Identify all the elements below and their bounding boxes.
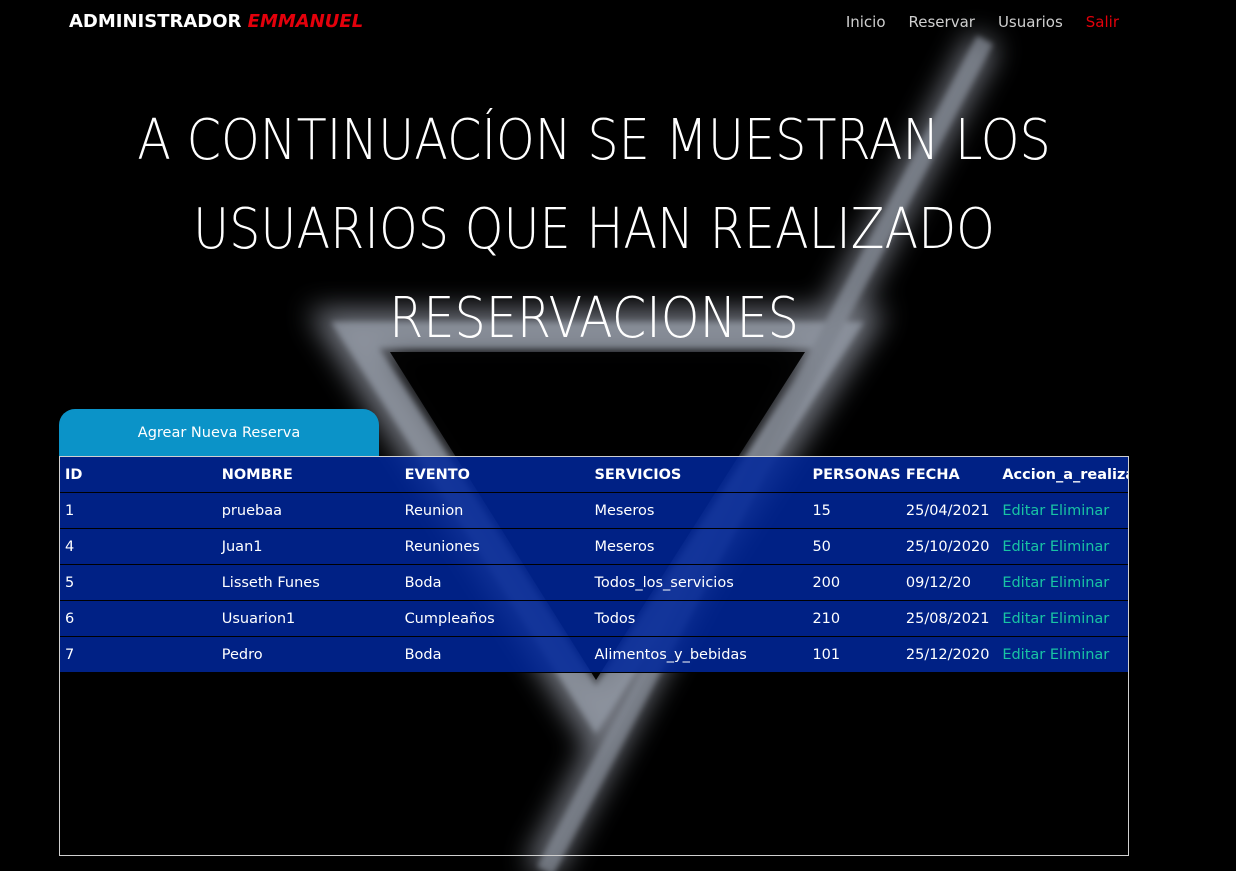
top-navbar: ADMINISTRADOR EMMANUEL Inicio Reservar U… [0, 0, 1236, 44]
cell-personas: 50 [807, 528, 901, 565]
cell-fecha: 25/04/2021 [900, 492, 998, 529]
cell-nombre: Lisseth Funes [216, 564, 400, 601]
nav-link-usuarios[interactable]: Usuarios [998, 13, 1063, 31]
table-row: 5 Lisseth Funes Boda Todos_los_servicios… [60, 564, 1128, 601]
cell-fecha: 25/08/2021 [900, 600, 998, 637]
cell-accion: Editar Eliminar [997, 600, 1128, 637]
cell-fecha: 09/12/20 [900, 564, 998, 601]
cell-nombre: Usuarion1 [216, 600, 400, 637]
cell-servicios: Todos [589, 600, 808, 637]
column-header-evento: EVENTO [399, 457, 590, 493]
cell-servicios: Meseros [589, 492, 808, 529]
brand-admin-name: EMMANUEL [247, 11, 364, 32]
edit-link[interactable]: Editar [1002, 503, 1045, 519]
heading-line: RESERVACIONES [389, 286, 799, 351]
cell-nombre: pruebaa [216, 492, 400, 529]
nav-link-reservar[interactable]: Reservar [909, 13, 975, 31]
nav-link-salir[interactable]: Salir [1086, 13, 1119, 31]
cell-evento: Cumpleaños [399, 600, 590, 637]
delete-link[interactable]: Eliminar [1050, 539, 1109, 555]
nav-link-inicio[interactable]: Inicio [846, 13, 886, 31]
cell-evento: Reuniones [399, 528, 590, 565]
brand-title[interactable]: ADMINISTRADOR EMMANUEL [69, 11, 363, 32]
cell-fecha: 25/12/2020 [900, 636, 998, 673]
edit-link[interactable]: Editar [1002, 647, 1045, 663]
cell-id: 1 [60, 492, 217, 529]
cell-id: 4 [60, 528, 217, 565]
cell-id: 5 [60, 564, 217, 601]
cell-evento: Boda [399, 564, 590, 601]
table-row: 7 Pedro Boda Alimentos_y_bebidas 101 25/… [60, 636, 1128, 673]
delete-link[interactable]: Eliminar [1050, 575, 1109, 591]
column-header-personas: PERSONAS [807, 457, 901, 493]
cell-accion: Editar Eliminar [997, 492, 1128, 529]
add-reservation-button[interactable]: Agrear Nueva Reserva [59, 409, 379, 456]
column-header-fecha: FECHA [900, 457, 998, 493]
cell-servicios: Meseros [589, 528, 808, 565]
column-header-nombre: NOMBRE [216, 457, 400, 493]
table-row: 1 pruebaa Reunion Meseros 15 25/04/2021 … [60, 492, 1128, 529]
reservations-table: ID NOMBRE EVENTO SERVICIOS PERSONAS FECH… [60, 457, 1128, 673]
cell-personas: 15 [807, 492, 901, 529]
column-header-servicios: SERVICIOS [589, 457, 808, 493]
cell-evento: Reunion [399, 492, 590, 529]
column-header-accion: Accion_a_realizar [997, 457, 1128, 493]
cell-accion: Editar Eliminar [997, 528, 1128, 565]
page-heading: A CONTINUACÍON SE MUESTRAN LOS USUARIOS … [124, 96, 1064, 363]
table-row: 6 Usuarion1 Cumpleaños Todos 210 25/08/2… [60, 600, 1128, 637]
cell-fecha: 25/10/2020 [900, 528, 998, 565]
cell-personas: 210 [807, 600, 901, 637]
heading-line: USUARIOS QUE HAN REALIZADO [193, 197, 995, 262]
delete-link[interactable]: Eliminar [1050, 611, 1109, 627]
edit-link[interactable]: Editar [1002, 611, 1045, 627]
reservations-table-container: ID NOMBRE EVENTO SERVICIOS PERSONAS FECH… [59, 456, 1129, 856]
brand-prefix: ADMINISTRADOR [69, 11, 242, 32]
cell-personas: 101 [807, 636, 901, 673]
cell-servicios: Todos_los_servicios [589, 564, 808, 601]
cell-servicios: Alimentos_y_bebidas [589, 636, 808, 673]
cell-evento: Boda [399, 636, 590, 673]
delete-link[interactable]: Eliminar [1050, 647, 1109, 663]
cell-id: 7 [60, 636, 217, 673]
cell-id: 6 [60, 600, 217, 637]
table-header-row: ID NOMBRE EVENTO SERVICIOS PERSONAS FECH… [60, 457, 1128, 493]
column-header-id: ID [60, 457, 217, 493]
nav-links: Inicio Reservar Usuarios Salir [846, 13, 1119, 31]
cell-nombre: Juan1 [216, 528, 400, 565]
heading-line: A CONTINUACÍON SE MUESTRAN LOS [137, 108, 1051, 173]
table-row: 4 Juan1 Reuniones Meseros 50 25/10/2020 … [60, 528, 1128, 565]
cell-nombre: Pedro [216, 636, 400, 673]
edit-link[interactable]: Editar [1002, 575, 1045, 591]
cell-accion: Editar Eliminar [997, 564, 1128, 601]
cell-accion: Editar Eliminar [997, 636, 1128, 673]
cell-personas: 200 [807, 564, 901, 601]
delete-link[interactable]: Eliminar [1050, 503, 1109, 519]
edit-link[interactable]: Editar [1002, 539, 1045, 555]
